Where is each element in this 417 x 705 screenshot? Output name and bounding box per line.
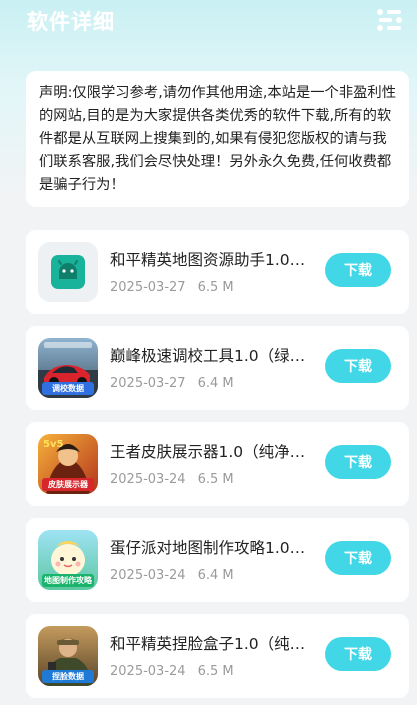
icon-caption: 捏脸数据 — [42, 670, 94, 683]
app-name: 王者皮肤展示器1.0（纯净版） — [110, 443, 320, 461]
racing-car-icon: 调校数据 — [38, 338, 98, 398]
app-meta: 2025-03-24 6.5 M — [110, 472, 234, 487]
icon-caption: 地图制作攻略 — [42, 574, 94, 587]
app-meta: 2025-03-24 6.4 M — [110, 568, 234, 583]
app-list-item[interactable]: 地图制作攻略 蛋仔派对地图制作攻略1.0（纯净版） 2025-03-24 6.4 … — [26, 518, 409, 602]
app-name: 蛋仔派对地图制作攻略1.0（纯净版） — [110, 539, 320, 557]
menu-dots-icon[interactable] — [376, 8, 404, 32]
top-bar: 软件详细 — [0, 0, 417, 44]
app-size: 6.4 M — [197, 568, 234, 583]
app-size: 6.5 M — [197, 280, 234, 295]
app-meta: 2025-03-27 6.4 M — [110, 376, 234, 391]
app-size: 6.5 M — [197, 664, 234, 679]
download-button[interactable]: 下载 — [325, 541, 391, 575]
app-list: 和平精英地图资源助手1.0（纯净版） 2025-03-27 6.5 M 下载 — [26, 230, 409, 705]
app-date: 2025-03-27 — [110, 280, 186, 295]
download-button[interactable]: 下载 — [325, 253, 391, 287]
download-button[interactable]: 下载 — [325, 445, 391, 479]
hero-skin-icon: 5v5 皮肤展示器 — [38, 434, 98, 494]
download-button[interactable]: 下载 — [325, 637, 391, 671]
app-date: 2025-03-24 — [110, 664, 186, 679]
app-name: 和平精英地图资源助手1.0（纯净版） — [110, 251, 320, 269]
app-list-item[interactable]: 捏脸数据 和平精英捏脸盒子1.0（纯净版） 2025-03-24 6.5 M 下载 — [26, 614, 409, 698]
app-date: 2025-03-24 — [110, 568, 186, 583]
download-button[interactable]: 下载 — [325, 349, 391, 383]
page-title: 软件详细 — [27, 10, 115, 34]
icon-caption: 调校数据 — [42, 382, 94, 395]
svg-text:5v5: 5v5 — [43, 439, 63, 450]
disclaimer-text: 声明:仅限学习参考,请勿作其他用途,本站是一个非盈利性的网站,目的是为大家提供各… — [39, 85, 397, 193]
app-list-item[interactable]: 调校数据 巅峰极速调校工具1.0（绿色版） 2025-03-27 6.4 M 下载 — [26, 326, 409, 410]
egg-party-icon: 地图制作攻略 — [38, 530, 98, 590]
app-size: 6.5 M — [197, 472, 234, 487]
app-list-item[interactable]: 5v5 皮肤展示器 王者皮肤展示器1.0（纯净版） 2025-03-24 6.5 … — [26, 422, 409, 506]
app-date: 2025-03-27 — [110, 376, 186, 391]
app-name: 和平精英捏脸盒子1.0（纯净版） — [110, 635, 320, 653]
icon-caption: 皮肤展示器 — [42, 478, 94, 491]
app-meta: 2025-03-27 6.5 M — [110, 280, 234, 295]
app-size: 6.4 M — [197, 376, 234, 391]
app-date: 2025-03-24 — [110, 472, 186, 487]
soldier-face-icon: 捏脸数据 — [38, 626, 98, 686]
app-name: 巅峰极速调校工具1.0（绿色版） — [110, 347, 320, 365]
android-robot-icon — [38, 242, 98, 302]
disclaimer-card: 声明:仅限学习参考,请勿作其他用途,本站是一个非盈利性的网站,目的是为大家提供各… — [26, 71, 409, 207]
app-list-item[interactable]: 和平精英地图资源助手1.0（纯净版） 2025-03-27 6.5 M 下载 — [26, 230, 409, 314]
app-meta: 2025-03-24 6.5 M — [110, 664, 234, 679]
